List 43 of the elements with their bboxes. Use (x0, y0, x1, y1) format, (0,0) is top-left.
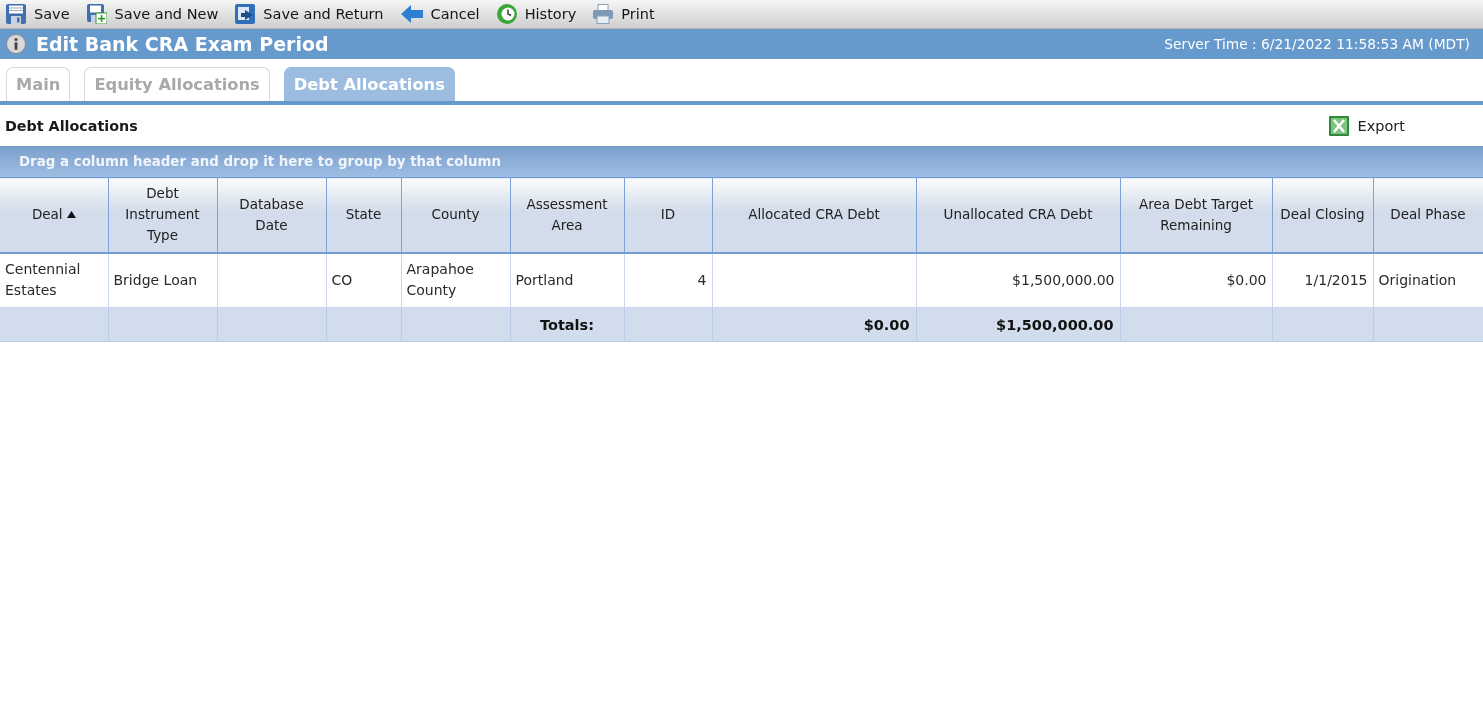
server-time: Server Time : 6/21/2022 11:58:53 AM (MDT) (1164, 36, 1470, 52)
clock-icon (496, 4, 517, 24)
column-header[interactable]: Allocated CRA Debt (712, 177, 916, 253)
table-cell: Centennial Estates (0, 252, 108, 308)
column-header[interactable]: Debt Instrument Type (108, 177, 217, 253)
printer-icon (593, 4, 614, 24)
table-cell: $0.00 (1120, 252, 1272, 308)
table-cell: Bridge Loan (108, 252, 217, 308)
column-header[interactable]: Database Date (217, 177, 326, 253)
table-cell: Arapahoe County (401, 252, 510, 308)
column-header[interactable]: State (326, 177, 401, 253)
totals-cell: Totals: (510, 307, 624, 342)
table-cell: Origination (1373, 252, 1483, 308)
toolbar-button[interactable]: Save (6, 1, 70, 27)
toolbar-button[interactable]: Cancel (400, 1, 480, 27)
toolbar-button[interactable]: Save and Return (235, 1, 384, 27)
table-cell: 4 (624, 252, 712, 308)
column-header[interactable]: Deal (0, 177, 108, 253)
info-icon (6, 34, 26, 54)
table-cell: $1,500,000.00 (916, 252, 1120, 308)
totals-cell: $1,500,000.00 (916, 307, 1120, 342)
column-header-label: Deal (31, 205, 63, 225)
column-header[interactable]: Unallocated CRA Debt (916, 177, 1120, 253)
table-cell: CO (326, 252, 401, 308)
toolbar-button[interactable]: Save and New (86, 1, 219, 27)
spreadsheet-icon (1328, 115, 1349, 136)
table-cell: 1/1/2015 (1272, 252, 1373, 308)
column-header[interactable]: Deal Phase (1373, 177, 1483, 253)
column-header[interactable]: Area Debt Target Remaining (1120, 177, 1272, 253)
column-header[interactable]: Deal Closing (1272, 177, 1373, 253)
page-title: Edit Bank CRA Exam Period (36, 33, 329, 55)
export-button[interactable]: Export (1328, 115, 1405, 136)
toolbar-button[interactable]: Print (593, 1, 655, 27)
column-header[interactable]: ID (624, 177, 712, 253)
group-by-hint: Drag a column header and drop it here to group by that column (19, 154, 501, 169)
column-header[interactable]: County (401, 177, 510, 253)
table-cell: Portland (510, 252, 624, 308)
totals-cell: $0.00 (712, 307, 916, 342)
section-title: Debt Allocations (5, 117, 138, 134)
column-header[interactable]: Assessment Area (510, 177, 624, 253)
floppy-plus-icon (86, 4, 107, 24)
toolbar-button[interactable]: History (496, 1, 577, 27)
left-arrow-icon (400, 5, 423, 23)
